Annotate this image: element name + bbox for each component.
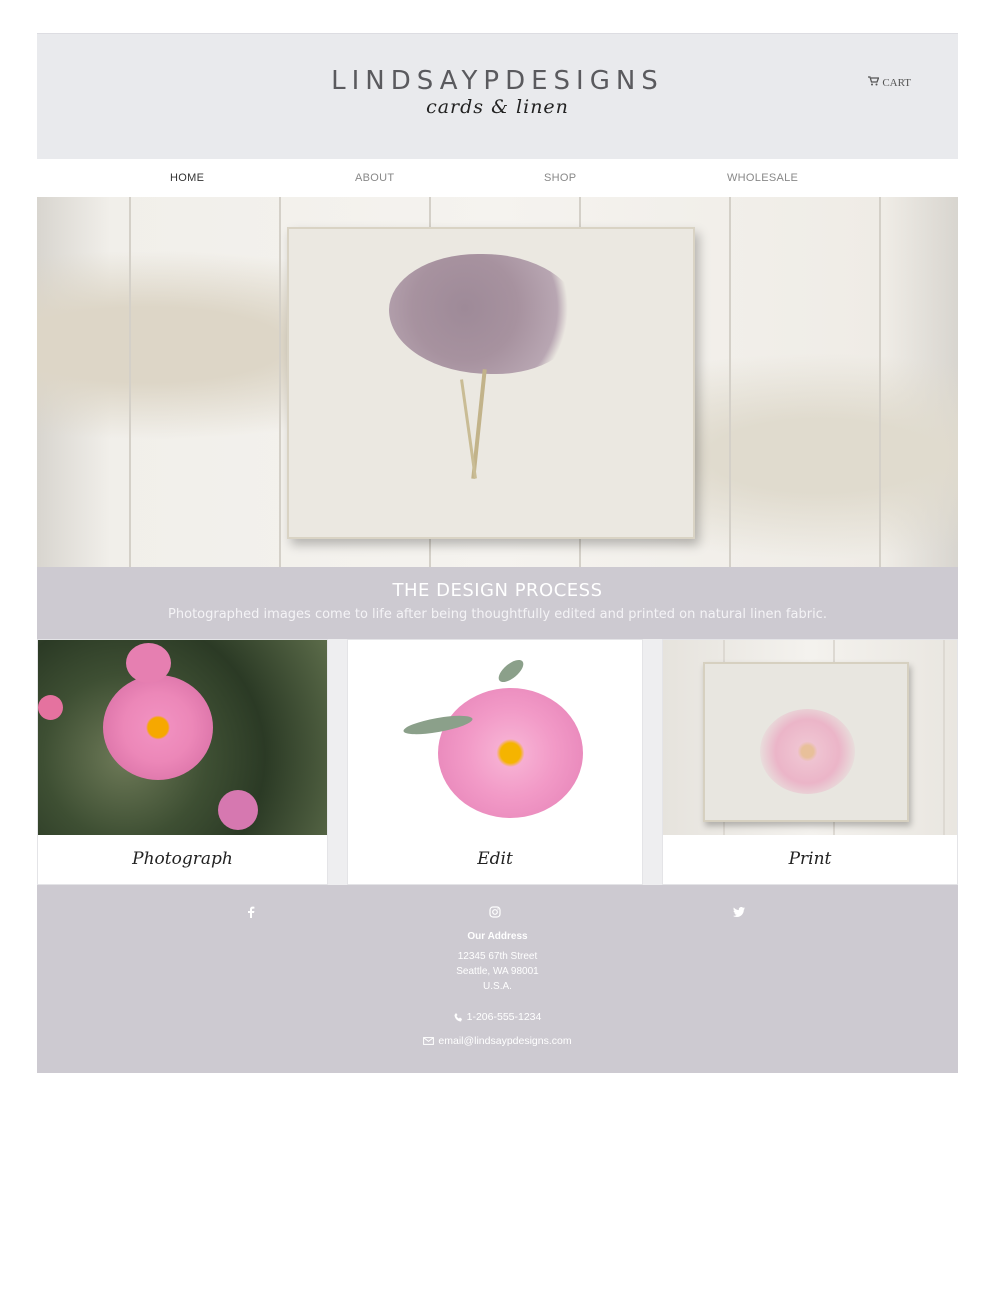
nav-item-shop[interactable]: SHOP [544, 172, 576, 184]
camellia-edited-image [348, 640, 642, 835]
address-line: 12345 67th Street [457, 951, 538, 962]
phone-number: 1-206-555-1234 [466, 1011, 542, 1023]
camellia-bloom-back [218, 790, 258, 830]
camellia-bud [126, 643, 171, 683]
camellia-flower [103, 675, 213, 780]
cart-link[interactable]: CART [868, 76, 911, 89]
nav-item-home[interactable]: HOME [170, 172, 204, 184]
printed-camellia [760, 709, 855, 794]
site-logo[interactable]: LINDSAYPDESIGNS cards & linen [37, 66, 958, 119]
camellia-flower [438, 688, 583, 818]
step-photograph[interactable]: Photograph [37, 639, 328, 885]
hero-image [37, 197, 958, 567]
logo-tagline: cards & linen [426, 96, 569, 118]
address-line: Seattle, WA 98001 [456, 966, 539, 977]
page-frame: LINDSAYPDESIGNS cards & linen CART HOME … [37, 33, 958, 1073]
design-process-banner: THE DESIGN PROCESS Photographed images c… [37, 567, 958, 639]
instagram-link[interactable] [487, 904, 503, 920]
instagram-icon [489, 906, 501, 918]
cart-label: CART [882, 76, 911, 89]
phone-icon [454, 1012, 462, 1021]
step-caption: Print [788, 848, 832, 869]
design-process-description: Photographed images come to life after b… [168, 607, 827, 622]
site-footer: Our Address 12345 67th Street Seattle, W… [37, 885, 958, 1073]
design-process-title: THE DESIGN PROCESS [392, 580, 603, 601]
address-line: U.S.A. [483, 981, 512, 992]
leaf-2 [495, 655, 527, 687]
linen-print-card [703, 662, 909, 822]
step-caption: Photograph [132, 848, 233, 869]
cart-icon [868, 76, 880, 89]
twitter-icon [733, 907, 745, 917]
camellia-bud-2 [38, 695, 63, 720]
facebook-link[interactable] [243, 904, 259, 920]
nav-item-about[interactable]: ABOUT [355, 172, 394, 184]
hero-linen-card [287, 227, 695, 539]
email-address: email@lindsaypdesigns.com [438, 1035, 572, 1047]
email-contact[interactable]: email@lindsaypdesigns.com [37, 1035, 958, 1047]
hydrangea-illustration [389, 254, 579, 374]
twitter-link[interactable] [731, 904, 747, 920]
main-nav: HOME ABOUT SHOP WHOLESALE [37, 159, 958, 197]
phone-contact[interactable]: 1-206-555-1234 [37, 1011, 958, 1023]
envelope-icon [423, 1037, 435, 1045]
step-edit[interactable]: Edit [347, 639, 643, 885]
camellia-print-image [663, 640, 957, 835]
address-title: Our Address [467, 931, 528, 942]
facebook-icon [248, 906, 255, 918]
site-header: LINDSAYPDESIGNS cards & linen CART [37, 33, 958, 159]
step-caption: Edit [477, 848, 513, 869]
logo-wordmark: LINDSAYPDESIGNS [331, 66, 664, 96]
step-print[interactable]: Print [662, 639, 958, 885]
camellia-photo-image [38, 640, 327, 835]
nav-item-wholesale[interactable]: WHOLESALE [727, 172, 798, 184]
hydrangea-stem-2 [460, 379, 477, 479]
design-steps: Photograph Edit Print [37, 639, 958, 885]
